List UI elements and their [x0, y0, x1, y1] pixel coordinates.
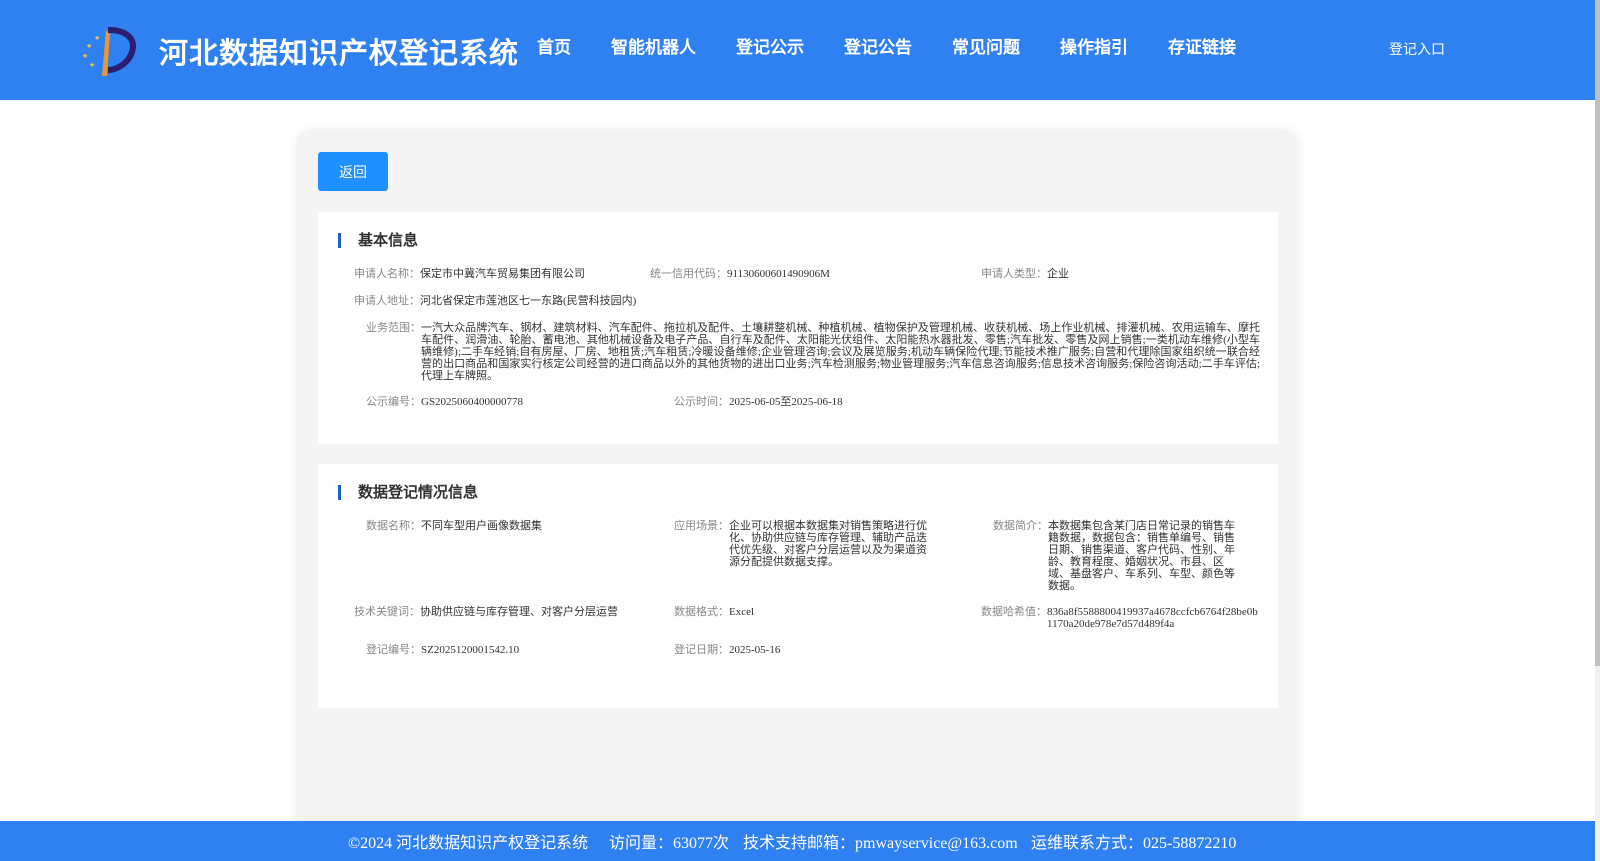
svg-text:★: ★	[82, 52, 88, 60]
notice-number-value: GS2025060400000778	[421, 396, 524, 408]
field-label: 数据名称：	[366, 520, 421, 532]
field-notice-number: 公示编号： GS2025060400000778	[366, 396, 626, 408]
scrollbar-thumb[interactable]	[1595, 0, 1600, 666]
nav-smart-robot[interactable]: 智能机器人	[611, 36, 696, 60]
site-title: 河北数据知识产权登记系统	[159, 36, 520, 70]
svg-text:★: ★	[89, 61, 95, 69]
field-label: 业务范围：	[366, 322, 421, 334]
field-business-scope: 业务范围： 一汽大众品牌汽车、钢材、建筑材料、汽车配件、拖拉机及配件、土壤耕整机…	[366, 322, 1260, 382]
field-address: 申请人地址： 河北省保定市莲池区七一东路(民营科技园内)	[354, 295, 854, 307]
svg-text:★: ★	[94, 34, 100, 42]
field-label: 技术关键词：	[354, 606, 420, 618]
section-marker	[338, 233, 341, 248]
field-label: 公示时间：	[674, 396, 729, 408]
field-registration-number: 登记编号： SZ2025120001542.10	[366, 644, 626, 656]
tech-keywords-value: 协助供应链与库存管理、对客户分层运营	[420, 606, 618, 618]
credit-code-value: 91130600601490906M	[727, 268, 830, 280]
data-intro-value: 本数据集包含某门店日常记录的销售车籍数据，数据包含：销售单编号、销售日期、销售渠…	[1048, 520, 1235, 592]
notice-time-value: 2025-06-05至2025-06-18	[729, 396, 843, 408]
field-label: 登记编号：	[366, 644, 421, 656]
nav-home[interactable]: 首页	[537, 36, 571, 60]
footer-copyright: ©2024 河北数据知识产权登记系统	[348, 835, 589, 852]
field-label: 申请人地址：	[354, 295, 420, 307]
field-registration-date: 登记日期： 2025-05-16	[674, 644, 928, 656]
logo-icon[interactable]: ★ ★ ★ ★	[80, 24, 136, 80]
footer-ops-phone: 运维联系方式：025-58872210	[1031, 835, 1237, 852]
back-button[interactable]: 返回	[318, 152, 388, 191]
field-label: 数据哈希值：	[981, 606, 1047, 618]
field-tech-keywords: 技术关键词： 协助供应链与库存管理、对客户分层运营	[354, 606, 620, 618]
field-applicant-name: 申请人名称： 保定市中冀汽车贸易集团有限公司	[354, 268, 634, 280]
field-notice-time: 公示时间： 2025-06-05至2025-06-18	[674, 396, 934, 408]
login-entry-link[interactable]: 登记入口	[1389, 39, 1445, 59]
field-application-scene: 应用场景： 企业可以根据本数据集对销售策略进行优化、协助供应链与库存管理、辅助产…	[674, 520, 928, 568]
field-applicant-type: 申请人类型： 企业	[981, 268, 1181, 280]
footer-support-email: 技术支持邮箱：pmwayservice@163.com	[743, 835, 1018, 852]
nav-evidence-link[interactable]: 存证链接	[1168, 36, 1236, 60]
field-label: 应用场景：	[674, 520, 729, 532]
section-title-data-registration: 数据登记情况信息	[358, 483, 479, 501]
nav-operation-guide[interactable]: 操作指引	[1060, 36, 1128, 60]
basic-info-card: 基本信息 申请人名称： 保定市中冀汽车贸易集团有限公司 统一信用代码： 9113…	[318, 212, 1278, 444]
section-title-basic-info: 基本信息	[358, 231, 419, 249]
detail-panel: 返回 基本信息 申请人名称： 保定市中冀汽车贸易集团有限公司 统一信用代码： 9…	[298, 131, 1298, 861]
data-name-value: 不同车型用户画像数据集	[421, 520, 542, 532]
section-marker	[338, 485, 341, 500]
data-registration-card: 数据登记情况信息 数据名称： 不同车型用户画像数据集 应用场景： 企业可以根据本…	[318, 464, 1278, 708]
field-data-name: 数据名称： 不同车型用户画像数据集	[366, 520, 626, 532]
application-scene-value: 企业可以根据本数据集对销售策略进行优化、协助供应链与库存管理、辅助产品迭代优先级…	[729, 520, 927, 568]
field-label: 数据简介：	[993, 520, 1048, 532]
nav-registration-publicity[interactable]: 登记公示	[736, 36, 804, 60]
field-data-intro: 数据简介： 本数据集包含某门店日常记录的销售车籍数据，数据包含：销售单编号、销售…	[993, 520, 1245, 592]
svg-text:★: ★	[86, 42, 92, 50]
address-value: 河北省保定市莲池区七一东路(民营科技园内)	[420, 295, 637, 307]
field-credit-code: 统一信用代码： 91130600601490906M	[650, 268, 940, 280]
nav-faq[interactable]: 常见问题	[952, 36, 1020, 60]
field-label: 数据格式：	[674, 606, 729, 618]
footer-visit-count: 访问量：63077次	[609, 835, 730, 852]
applicant-name-value: 保定市中冀汽车贸易集团有限公司	[420, 268, 585, 280]
registration-date-value: 2025-05-16	[729, 644, 781, 656]
data-hash-value: 836a8f5588800419937a4678ccfcb6764f28be0b…	[1047, 606, 1258, 630]
business-scope-value: 一汽大众品牌汽车、钢材、建筑材料、汽车配件、拖拉机及配件、土壤耕整机械、种植机械…	[421, 322, 1260, 382]
field-label: 申请人类型：	[981, 268, 1047, 280]
field-label: 登记日期：	[674, 644, 729, 656]
page-footer: ©2024 河北数据知识产权登记系统 访问量：63077次 技术支持邮箱：pmw…	[0, 821, 1595, 861]
data-format-value: Excel	[729, 606, 755, 618]
field-label: 公示编号：	[366, 396, 421, 408]
field-data-format: 数据格式： Excel	[674, 606, 928, 618]
top-header: ★ ★ ★ ★ 河北数据知识产权登记系统 首页 智能机器人 登记公示 登记公告 …	[0, 0, 1595, 100]
main-nav: 首页 智能机器人 登记公示 登记公告 常见问题 操作指引 存证链接	[537, 36, 1276, 60]
registration-number-value: SZ2025120001542.10	[421, 644, 520, 656]
field-data-hash: 数据哈希值： 836a8f5588800419937a4678ccfcb6764…	[981, 606, 1263, 630]
field-label: 统一信用代码：	[650, 268, 727, 280]
nav-registration-announcement[interactable]: 登记公告	[844, 36, 912, 60]
field-label: 申请人名称：	[354, 268, 420, 280]
applicant-type-value: 企业	[1047, 268, 1069, 280]
